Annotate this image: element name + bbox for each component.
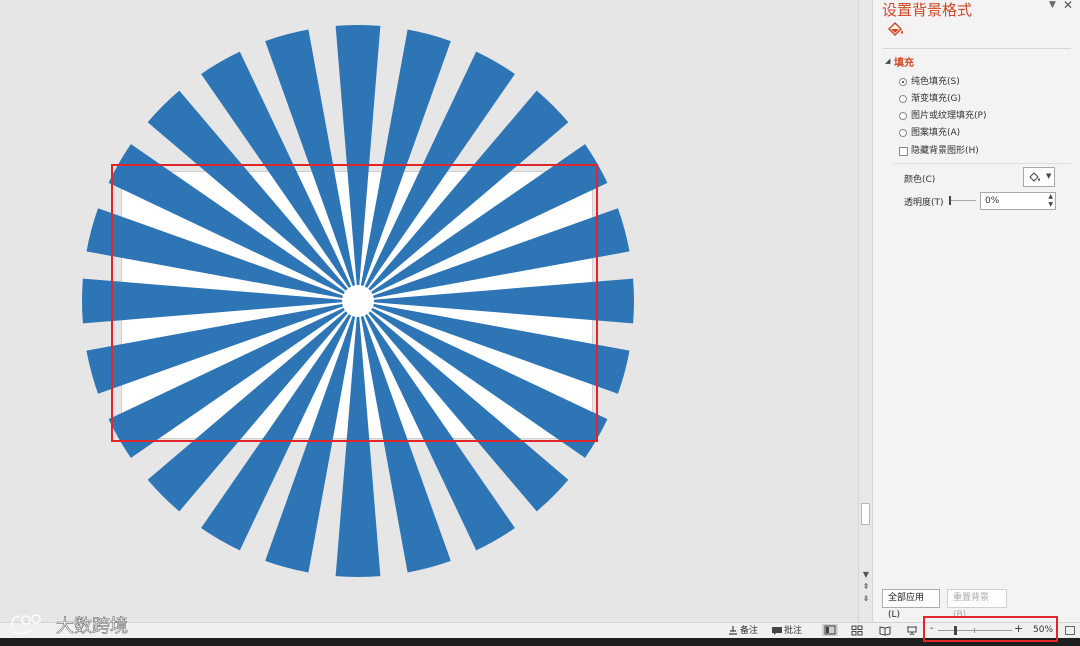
- transparency-slider-handle[interactable]: [949, 196, 951, 205]
- pane-divider: [883, 48, 1071, 49]
- chevron-down-icon: ▼: [1046, 172, 1052, 180]
- radio-label: 渐变填充(G): [911, 94, 961, 104]
- properties-divider: [893, 163, 1071, 164]
- reading-view-icon[interactable]: [879, 625, 891, 636]
- transparency-label: 透明度(T): [904, 198, 944, 208]
- radio-label: 图案填充(A): [911, 128, 961, 138]
- slide-editing-canvas[interactable]: [0, 0, 858, 622]
- zoom-highlight-box: [923, 616, 1058, 642]
- color-picker-button[interactable]: ▼: [1023, 167, 1055, 187]
- comments-button[interactable]: 批注: [784, 624, 802, 638]
- notes-button[interactable]: 备注: [740, 624, 758, 638]
- color-label: 颜色(C): [904, 175, 936, 185]
- radio-button[interactable]: [899, 129, 907, 137]
- vertical-scrollbar[interactable]: ▼ ⇞ ⇟: [858, 0, 872, 622]
- checkbox-label: 隐藏背景图形(H): [911, 146, 979, 156]
- radio-button-selected[interactable]: [899, 78, 907, 86]
- radio-button[interactable]: [899, 112, 907, 120]
- taskbar-strip: [0, 638, 1080, 646]
- scrollbar-thumb[interactable]: [861, 503, 870, 525]
- format-background-pane: 设置背景格式 ▼ ✕ ◢ 填充 纯色填充(S) 渐变填充(G) 图片或纹理填充(…: [872, 0, 1080, 622]
- slide-highlight-box: [111, 164, 598, 442]
- slideshow-icon[interactable]: [906, 625, 918, 636]
- transparency-input[interactable]: 0% ▲ ▼: [980, 192, 1056, 210]
- fill-color-icon: [1029, 172, 1040, 182]
- pane-title: 设置背景格式: [882, 1, 973, 19]
- scroll-down-arrow-icon[interactable]: ▼: [861, 570, 871, 580]
- radio-button[interactable]: [899, 95, 907, 103]
- fill-bucket-icon[interactable]: [885, 20, 905, 38]
- watermark-text: 大数跨境: [56, 616, 128, 637]
- transparency-slider-track[interactable]: [950, 200, 976, 201]
- pane-options-dropdown-icon[interactable]: ▼: [1049, 0, 1056, 10]
- next-slide-icon[interactable]: ⇟: [861, 594, 871, 604]
- radio-label: 纯色填充(S): [911, 77, 960, 87]
- slide-sorter-icon[interactable]: [851, 625, 863, 636]
- status-bar: 备注 批注: [0, 622, 1080, 638]
- reset-background-button[interactable]: 重置背景(B): [947, 589, 1007, 620]
- normal-view-icon[interactable]: [822, 624, 838, 636]
- apply-to-all-button[interactable]: 全部应用(L): [882, 589, 940, 620]
- section-fill-header[interactable]: 填充: [894, 54, 914, 69]
- close-icon[interactable]: ✕: [1063, 0, 1073, 12]
- notes-icon[interactable]: [727, 625, 739, 636]
- watermark: 大数跨境: [11, 614, 128, 637]
- checkbox[interactable]: [899, 147, 908, 156]
- previous-slide-icon[interactable]: ⇞: [861, 582, 871, 592]
- fit-slide-icon[interactable]: [1065, 626, 1075, 635]
- spinner-arrows-icon[interactable]: ▲ ▼: [1048, 193, 1053, 209]
- section-collapse-triangle-icon[interactable]: ◢: [885, 57, 890, 65]
- radio-label: 图片或纹理填充(P): [911, 111, 987, 121]
- comments-icon[interactable]: [771, 625, 783, 636]
- transparency-value: 0%: [985, 196, 1000, 206]
